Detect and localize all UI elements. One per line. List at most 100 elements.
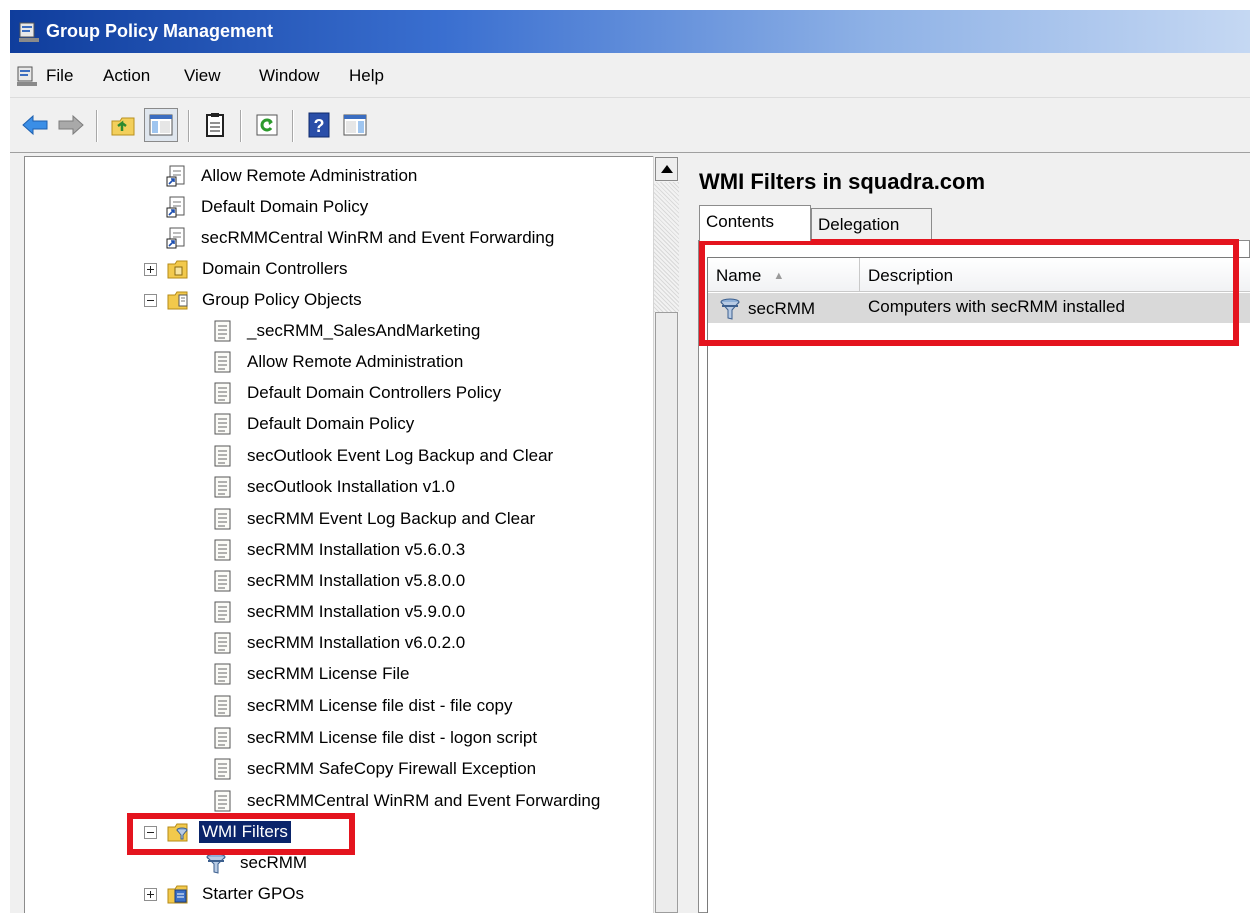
refresh-button[interactable] <box>250 108 284 142</box>
gpo-icon <box>214 663 231 685</box>
refresh-icon <box>256 114 278 136</box>
title-bar: Group Policy Management <box>10 10 1250 53</box>
menu-window[interactable]: Window <box>259 66 319 86</box>
tree-node-label: secRMM Installation v5.8.0.0 <box>247 571 466 590</box>
wmi-filter-list: Name ▲ Description secRMM Computers with … <box>707 257 1250 913</box>
console-tree: Allow Remote Administration Default Domai… <box>24 156 653 913</box>
help-icon: ? <box>308 112 330 138</box>
tree-node-label: secRMM Event Log Backup and Clear <box>247 509 536 528</box>
tree-node-label: Default Domain Controllers Policy <box>247 383 502 402</box>
menu-help[interactable]: Help <box>349 66 384 86</box>
tree-node[interactable]: secRMM Installation v5.6.0.3 <box>212 537 468 563</box>
tree-node[interactable]: secRMM SafeCopy Firewall Exception <box>212 756 539 782</box>
tree-node-label: secRMM Installation v5.9.0.0 <box>247 602 466 621</box>
gpo-folder-icon <box>167 291 188 310</box>
tree-node[interactable]: secOutlook Event Log Backup and Clear <box>212 443 556 469</box>
toolbar-separator <box>292 110 294 142</box>
tree-node[interactable]: Allow Remote Administration <box>166 163 420 189</box>
tab-delegation[interactable]: Delegation <box>811 208 932 240</box>
tree-node[interactable]: Default Domain Policy <box>212 411 417 437</box>
tree-node[interactable]: secRMM Installation v6.0.2.0 <box>212 630 468 656</box>
tree-node[interactable]: secOutlook Installation v1.0 <box>212 474 458 500</box>
tree-node[interactable]: secRMM Installation v5.9.0.0 <box>212 599 468 625</box>
tree-node[interactable]: Default Domain Controllers Policy <box>212 380 504 406</box>
sort-ascending-icon: ▲ <box>773 270 785 282</box>
list-item-name: secRMM <box>748 299 816 318</box>
toolbar-separator <box>240 110 242 142</box>
details-pane: WMI Filters in squadra.com Contents Dele… <box>688 156 1250 913</box>
tree-node-label: Group Policy Objects <box>202 290 362 309</box>
tree-node-label: secRMM License file dist - file copy <box>247 696 513 715</box>
details-title: WMI Filters in squadra.com <box>699 169 986 194</box>
svg-text:?: ? <box>314 116 325 136</box>
toolbar-separator <box>96 110 98 142</box>
collapse-icon[interactable] <box>144 825 157 839</box>
tree-vertical-scrollbar[interactable] <box>653 156 679 913</box>
tree-node-label: Allow Remote Administration <box>247 352 464 371</box>
help-button[interactable]: ? <box>302 108 336 142</box>
tree-node[interactable]: secRMM License file dist - file copy <box>212 693 515 719</box>
tree-node[interactable]: Default Domain Policy <box>166 194 371 220</box>
menu-file[interactable]: File <box>46 66 73 86</box>
properties-button[interactable] <box>198 108 232 142</box>
tree-node-label: secRMM License File <box>247 664 410 683</box>
up-one-level-button[interactable] <box>106 108 140 142</box>
properties-icon <box>206 113 224 137</box>
tree-node[interactable]: secRMM Event Log Backup and Clear <box>212 506 538 532</box>
back-icon <box>22 114 48 136</box>
tree-node-label: Default Domain Policy <box>247 414 415 433</box>
tab-contents[interactable]: Contents <box>699 205 811 241</box>
tree-node[interactable]: secRMMCentral WinRM and Event Forwarding <box>212 788 603 814</box>
forward-button[interactable] <box>54 108 88 142</box>
tree-node[interactable]: secRMM Installation v5.8.0.0 <box>212 568 468 594</box>
tree-node-label-selected: WMI Filters <box>199 821 291 843</box>
gpo-icon <box>214 727 231 749</box>
tree-node[interactable]: secRMM License file dist - logon script <box>212 725 540 751</box>
column-header-description[interactable]: Description <box>860 258 1250 292</box>
wmi-filter-icon <box>206 853 226 874</box>
pane-splitter[interactable] <box>679 153 688 913</box>
gpo-icon <box>214 632 231 654</box>
scroll-track[interactable] <box>654 182 679 312</box>
column-header-name[interactable]: Name ▲ <box>708 258 860 292</box>
scroll-thumb[interactable] <box>655 312 678 913</box>
menu-action[interactable]: Action <box>103 66 150 86</box>
show-hide-action-pane-button[interactable] <box>338 108 372 142</box>
gpo-icon <box>214 570 231 592</box>
tree-node[interactable]: Starter GPOs <box>144 881 307 907</box>
tree-node[interactable]: secRMM License File <box>212 661 413 687</box>
system-menu-icon[interactable] <box>16 65 38 87</box>
list-item[interactable]: secRMM Computers with secRMM installed <box>708 293 1250 323</box>
tree-node[interactable]: Allow Remote Administration <box>212 349 466 375</box>
list-item-name-cell: secRMM <box>718 297 815 321</box>
gpo-link-icon <box>166 227 185 249</box>
tree-node-label: Allow Remote Administration <box>201 166 418 185</box>
tree-node[interactable]: _secRMM_SalesAndMarketing <box>212 318 483 344</box>
tree-node-label: secOutlook Event Log Backup and Clear <box>247 446 554 465</box>
tree-node-label: Starter GPOs <box>202 884 305 903</box>
collapse-icon[interactable] <box>144 293 157 307</box>
column-header-name-label: Name <box>716 266 762 285</box>
gpo-icon <box>214 508 231 530</box>
gpo-icon <box>214 320 231 342</box>
back-button[interactable] <box>18 108 52 142</box>
show-hide-console-tree-button[interactable] <box>144 108 178 142</box>
gpo-icon <box>214 476 231 498</box>
toolbar: ? <box>10 98 1250 153</box>
tree-node[interactable]: WMI Filters <box>144 819 291 845</box>
list-item-description: Computers with secRMM installed <box>868 297 1125 316</box>
scroll-up-arrow-icon <box>660 165 673 173</box>
tree-node-label: secOutlook Installation v1.0 <box>247 477 455 496</box>
wmi-folder-icon <box>167 823 188 842</box>
tree-node[interactable]: Domain Controllers <box>144 256 351 282</box>
expand-icon[interactable] <box>144 262 157 276</box>
expand-icon[interactable] <box>144 887 157 901</box>
scroll-up-button[interactable] <box>655 157 678 181</box>
tree-node[interactable]: Group Policy Objects <box>144 287 365 313</box>
tree-node-label: Domain Controllers <box>202 259 348 278</box>
tree-node[interactable]: secRMM <box>205 850 310 876</box>
tree-node[interactable]: secRMMCentral WinRM and Event Forwarding <box>166 225 557 251</box>
menu-view[interactable]: View <box>184 66 221 86</box>
gpo-icon <box>214 601 231 623</box>
show-hide-action-pane-icon <box>343 114 367 136</box>
